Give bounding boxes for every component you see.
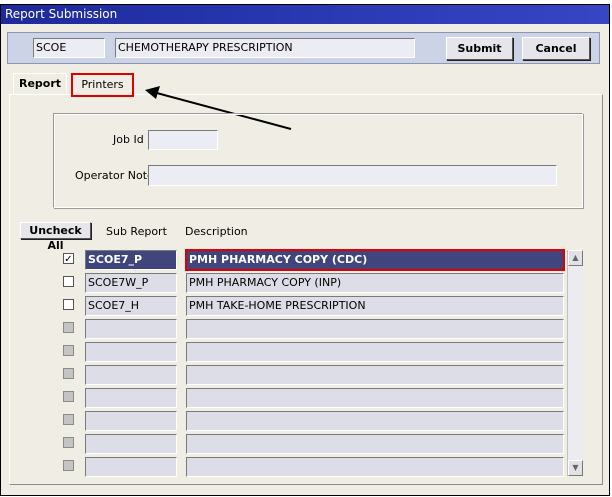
description-cell[interactable]: PMH PHARMACY COPY (CDC)	[185, 249, 565, 271]
submit-button[interactable]: Submit	[446, 37, 513, 60]
sub-report-cell[interactable]	[85, 319, 177, 339]
row-checkbox	[63, 437, 74, 448]
report-submission-window: Report Submission SCOE CHEMOTHERAPY PRES…	[0, 4, 610, 496]
row-checkbox	[63, 368, 74, 379]
description-cell[interactable]	[186, 434, 564, 454]
row-checkbox	[63, 460, 74, 471]
description-column-header: Description	[185, 225, 248, 238]
list-scrollbar[interactable]: ▲ ▼	[567, 250, 583, 476]
job-options-group	[53, 113, 583, 208]
job-id-input[interactable]	[148, 130, 218, 150]
uncheck-all-button[interactable]: Uncheck All	[20, 222, 91, 252]
description-cell[interactable]	[186, 457, 564, 477]
operator-note-input[interactable]	[148, 165, 557, 186]
sub-report-cell[interactable]	[85, 434, 177, 454]
description-cell[interactable]	[186, 388, 564, 408]
checkmark-icon: ✓	[64, 254, 73, 265]
report-code-field: SCOE	[33, 38, 105, 58]
row-checkbox[interactable]: ✓	[63, 253, 74, 265]
row-checkbox	[63, 414, 74, 425]
sub-report-cell[interactable]	[85, 342, 177, 362]
sub-report-cell[interactable]: SCOE7W_P	[85, 273, 177, 293]
scroll-down-arrow-icon[interactable]: ▼	[568, 460, 583, 476]
description-cell[interactable]: PMH TAKE-HOME PRESCRIPTION	[186, 296, 564, 316]
tab-report[interactable]: Report	[13, 73, 67, 94]
window-title: Report Submission	[1, 5, 609, 24]
row-checkbox	[63, 322, 74, 333]
description-cell[interactable]: PMH PHARMACY COPY (INP)	[186, 273, 564, 293]
description-cell[interactable]	[186, 365, 564, 385]
cancel-button[interactable]: Cancel	[522, 37, 590, 60]
sub-report-cell[interactable]	[85, 457, 177, 477]
sub-report-column-header: Sub Report	[106, 225, 167, 238]
scroll-up-arrow-icon[interactable]: ▲	[568, 250, 583, 266]
row-checkbox	[63, 391, 74, 402]
description-cell[interactable]	[186, 411, 564, 431]
job-id-label: Job Id	[113, 133, 144, 146]
sub-report-cell[interactable]: SCOE7_H	[85, 296, 177, 316]
tab-printers[interactable]: Printers	[71, 73, 134, 97]
report-name-field: CHEMOTHERAPY PRESCRIPTION	[115, 38, 415, 58]
row-checkbox[interactable]	[63, 276, 74, 287]
sub-report-cell[interactable]	[85, 388, 177, 408]
operator-note-label: Operator Note	[75, 169, 154, 182]
row-checkbox[interactable]	[63, 299, 74, 310]
sub-report-cell[interactable]	[85, 411, 177, 431]
description-cell[interactable]	[186, 342, 564, 362]
description-cell[interactable]	[186, 319, 564, 339]
header-strip: SCOE CHEMOTHERAPY PRESCRIPTION Submit Ca…	[7, 32, 600, 64]
sub-report-cell[interactable]: SCOE7_P	[85, 250, 177, 270]
row-checkbox	[63, 345, 74, 356]
sub-report-cell[interactable]	[85, 365, 177, 385]
